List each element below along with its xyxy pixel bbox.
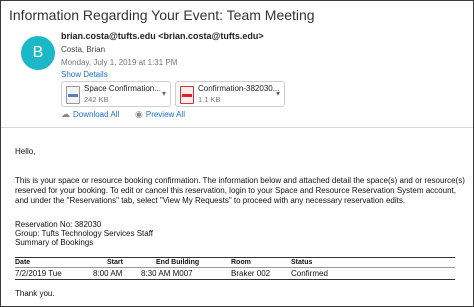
attachment-size: 1.1 KB (198, 95, 221, 104)
table-cell-room: Braker 002 (231, 269, 271, 278)
show-details-link[interactable]: Show Details (61, 70, 108, 79)
header-divider (1, 127, 473, 128)
sent-date: Monday, July 1, 2019 at 1:31 PM (61, 58, 178, 67)
body-paragraph: This is your space or resource booking c… (15, 176, 465, 205)
table-header-rule (15, 267, 455, 268)
table-top-rule (15, 257, 455, 258)
email-subject: Information Regarding Your Event: Team M… (9, 7, 315, 23)
table-header-start: Start (107, 259, 123, 266)
table-bottom-rule (15, 279, 455, 280)
attachment-name: Space Confirmation... (84, 84, 161, 93)
sender-avatar: B (21, 36, 55, 70)
document-icon (66, 86, 80, 104)
group-name: Group: Tufts Technology Services Staff (15, 229, 153, 238)
download-all-button[interactable]: ☁ Download All (61, 109, 119, 120)
reservation-number: Reservation No: 382030 (15, 220, 102, 229)
table-header-date: Date (15, 259, 31, 266)
table-cell-date: 7/2/2019 Tue (15, 269, 62, 278)
sender-name: Costa, Brian (61, 45, 106, 54)
attachment-confirmation-pdf[interactable]: Confirmation-382030... 1.1 KB ▾ (175, 81, 285, 107)
table-header-end-building: End Building (156, 259, 200, 266)
table-cell-status: Confirmed (291, 269, 328, 278)
summary-heading: Summary of Bookings (15, 238, 94, 247)
eye-icon: ◉ (135, 109, 143, 119)
pdf-icon (180, 86, 194, 104)
attachment-space-confirmation[interactable]: Space Confirmation... 242 KB ▾ (61, 81, 171, 107)
closing: Thank you. (15, 289, 55, 298)
cloud-download-icon: ☁ (61, 109, 70, 119)
download-all-label: Download All (73, 110, 120, 119)
table-header-status: Status (291, 259, 313, 266)
sender-address[interactable]: brian.costa@tufts.edu <brian.costa@tufts… (61, 31, 264, 41)
attachment-name: Confirmation-382030... (198, 84, 280, 93)
chevron-down-icon[interactable]: ▾ (162, 89, 166, 98)
preview-all-button[interactable]: ◉ Preview All (135, 109, 185, 120)
attachment-size: 242 KB (84, 95, 109, 104)
table-header-room: Room (231, 259, 251, 266)
preview-all-label: Preview All (145, 110, 185, 119)
table-cell-end-building: 8:30 AM M007 (141, 269, 193, 278)
greeting: Hello, (15, 147, 36, 156)
table-cell-start: 8:00 AM (93, 269, 123, 278)
chevron-down-icon[interactable]: ▾ (276, 89, 280, 98)
email-window: Information Regarding Your Event: Team M… (0, 0, 474, 307)
